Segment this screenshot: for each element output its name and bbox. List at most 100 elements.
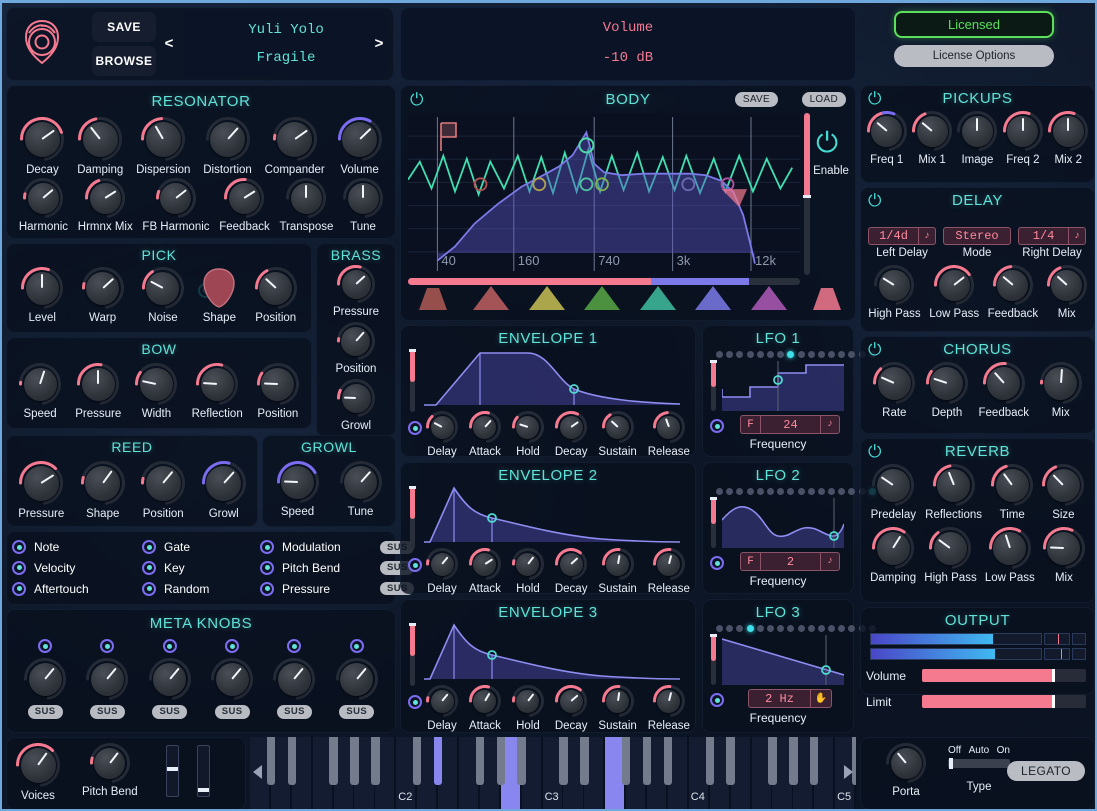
knob-volume[interactable]: Volume [337, 117, 382, 176]
keyboard[interactable]: C2 C3 C4 C5 [250, 737, 856, 809]
piano-black-key[interactable] [768, 737, 777, 785]
piano-black-key[interactable] [517, 737, 526, 785]
knob-freq-1[interactable]: Freq 1 [866, 111, 907, 166]
mod-source-aftertouch[interactable]: Aftertouch [12, 581, 142, 596]
knob-sustain[interactable]: Sustain [598, 411, 637, 458]
piano-black-key[interactable] [350, 737, 359, 785]
knob-high-pass[interactable]: High Pass [924, 527, 977, 584]
lfo-waveform-graph[interactable] [721, 633, 845, 685]
knob-release[interactable]: Release [648, 548, 690, 595]
envelope-graph[interactable] [422, 347, 684, 409]
meta-knob-5[interactable]: SUS [273, 639, 316, 719]
knob-depth[interactable]: Depth [925, 362, 968, 419]
knob-release[interactable]: Release [648, 411, 690, 458]
knob-delay[interactable]: Delay [426, 685, 458, 732]
knob-size[interactable]: Size [1042, 464, 1085, 521]
knob-warp[interactable]: Warp [81, 267, 124, 324]
body-partial-icon-2[interactable] [471, 284, 511, 317]
knob-width[interactable]: Width [135, 363, 178, 420]
piano-black-key[interactable] [810, 737, 819, 785]
knob-decay[interactable]: Decay [555, 411, 587, 458]
porta-option-on[interactable]: On [997, 745, 1010, 756]
body-power-icon[interactable]: ⏻ [410, 91, 423, 108]
knob-mix[interactable]: Mix [1039, 362, 1082, 419]
knob-harmonic[interactable]: Harmonic [19, 178, 68, 233]
knob-feedback[interactable]: Feedback [219, 178, 270, 233]
slider-handle[interactable] [166, 767, 178, 771]
knob-mix-1[interactable]: Mix 1 [912, 111, 953, 166]
knob-speed[interactable]: Speed [19, 363, 62, 420]
lfo-amount-slider[interactable] [710, 634, 717, 685]
save-button[interactable]: SAVE [92, 12, 156, 42]
piano-black-key[interactable] [475, 737, 485, 785]
knob-mix[interactable]: Mix [1046, 265, 1087, 320]
body-partial-icon-6[interactable] [693, 284, 733, 317]
knob-speed[interactable]: Speed [276, 461, 319, 518]
knob-level[interactable]: Level [21, 267, 64, 324]
note-icon[interactable]: ♪ [820, 415, 840, 434]
lfo-sync-mode-icon[interactable]: F [740, 415, 760, 434]
knob-pressure[interactable]: Pressure [333, 265, 379, 318]
meta-knob-led-icon[interactable] [38, 639, 53, 653]
piano-black-key[interactable] [705, 737, 714, 785]
piano-black-key[interactable] [266, 737, 276, 785]
mod-wheel[interactable] [165, 745, 179, 797]
knob-noise[interactable]: Noise [141, 267, 184, 324]
knob-reflection[interactable]: Reflection [192, 363, 243, 420]
mod-source-led-icon[interactable] [142, 581, 156, 596]
body-spectrum-graph[interactable]: 40 160 740 3k 12k [408, 113, 800, 275]
piano-black-key[interactable] [621, 737, 631, 785]
lfo-sync-mode-icon[interactable]: F [740, 552, 760, 571]
body-partial-icon-8[interactable] [804, 284, 850, 317]
mod-source-led-icon[interactable] [12, 560, 26, 575]
knob-position[interactable]: Position [141, 461, 186, 520]
knob-hrmnx-mix[interactable]: Hrmnx Mix [78, 178, 133, 233]
note-icon[interactable]: ♪ [820, 552, 840, 571]
mod-source-led-icon[interactable] [260, 560, 274, 575]
note-icon[interactable]: ♪ [918, 227, 936, 245]
knob-feedback[interactable]: Feedback [988, 265, 1038, 320]
chorus-power-icon[interactable]: ⏻ [868, 341, 881, 358]
lfo-mod-led-icon[interactable] [710, 693, 724, 707]
knob-growl[interactable]: Growl [337, 379, 375, 432]
knob-rate[interactable]: Rate [873, 362, 916, 419]
knob-voices[interactable]: Voices [16, 743, 60, 802]
knob-decay[interactable]: Decay [555, 685, 587, 732]
delay-mode-selector[interactable]: Stereo [943, 227, 1011, 245]
piano-black-key[interactable] [580, 737, 589, 785]
output-volume-slider[interactable] [922, 669, 1086, 682]
volume-display-panel[interactable]: Volume -10 dB [400, 7, 856, 81]
note-icon[interactable]: ♪ [1068, 227, 1086, 245]
mod-source-pitch-bend[interactable]: Pitch Bend [260, 560, 380, 575]
meta-sus-button[interactable]: SUS [152, 705, 188, 719]
pitch-wheel[interactable] [196, 745, 210, 797]
envelope-mod-led-icon[interactable] [408, 558, 422, 572]
knob-freq-2[interactable]: Freq 2 [1002, 111, 1043, 166]
knob-dispersion[interactable]: Dispersion [136, 117, 190, 176]
knob-decay[interactable]: Decay [555, 548, 587, 595]
body-partial-icon-1[interactable] [410, 284, 456, 317]
keyboard-scroll-right-icon[interactable] [844, 765, 853, 779]
mod-source-led-icon[interactable] [142, 560, 156, 575]
mod-source-led-icon[interactable] [260, 540, 274, 555]
knob-position[interactable]: Position [256, 363, 299, 420]
piano-black-key[interactable] [412, 737, 422, 785]
knob-attack[interactable]: Attack [468, 685, 501, 732]
knob-mix-2[interactable]: Mix 2 [1048, 111, 1089, 166]
meta-knob-led-icon[interactable] [287, 639, 302, 653]
piano-black-key[interactable] [663, 737, 673, 785]
knob-damping[interactable]: Damping [77, 117, 123, 176]
knob-sustain[interactable]: Sustain [598, 685, 637, 732]
knob-high-pass[interactable]: High Pass [868, 265, 921, 320]
porta-option-off[interactable]: Off [948, 745, 961, 756]
left-delay-selector[interactable]: 1/4d ♪ [868, 227, 936, 245]
preset-display[interactable]: Yuli Yolo Fragile [184, 12, 388, 76]
mod-source-random[interactable]: Random [142, 581, 260, 596]
output-limit-slider[interactable] [922, 695, 1086, 708]
body-partial-icon-5[interactable] [638, 284, 678, 317]
knob-attack[interactable]: Attack [468, 548, 501, 595]
body-load-button[interactable]: LOAD [801, 92, 846, 107]
knob-hold[interactable]: Hold [511, 548, 544, 595]
knob-distortion[interactable]: Distortion [203, 117, 252, 176]
knob-hold[interactable]: Hold [511, 411, 544, 458]
